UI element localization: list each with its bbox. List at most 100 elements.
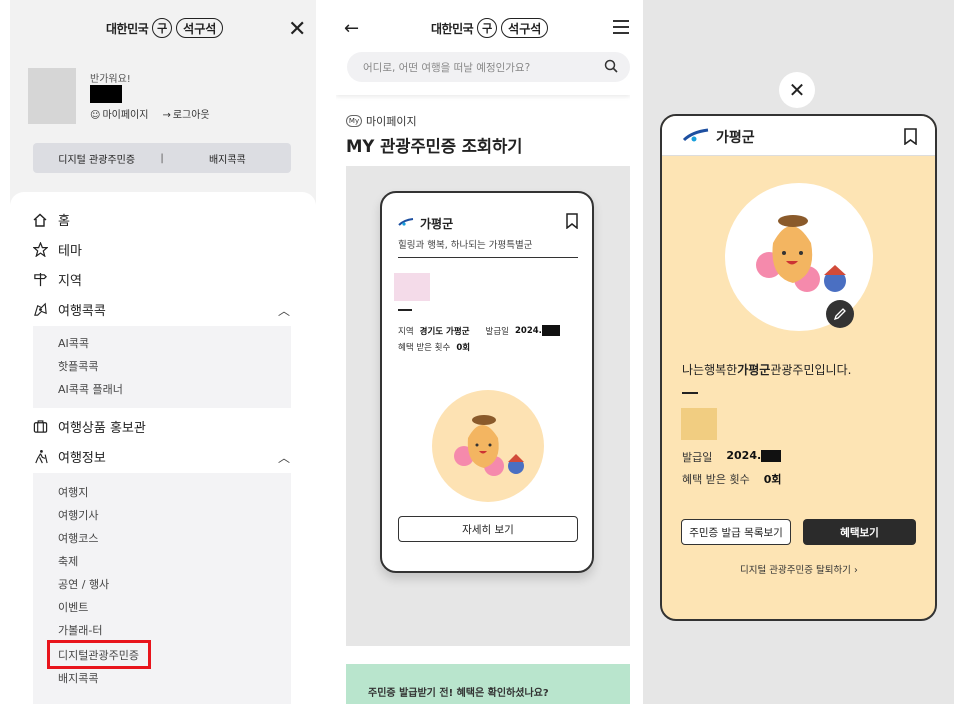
bookmark-icon[interactable] [904, 128, 917, 146]
benefit-row: 혜택 받은 횟수 0회 [398, 341, 470, 353]
submenu-performances[interactable]: 공연 / 행사 [58, 576, 109, 592]
card-header: 가평군 [662, 116, 935, 156]
hamburger-menu-icon[interactable] [613, 20, 629, 38]
menu-item-label: 테마 [58, 244, 82, 259]
resident-prefix: 나는행복한 [682, 363, 738, 377]
profile-photo [394, 273, 430, 301]
search-icon[interactable] [604, 59, 618, 76]
tab-digital-id[interactable]: 디지털 관광주민증 [33, 151, 160, 166]
submenu-courses[interactable]: 여행코스 [58, 530, 98, 546]
logo-text: 대한민국 [431, 21, 474, 36]
home-icon [32, 212, 48, 228]
greeting-text: 반가워요! [90, 74, 131, 85]
hiker-icon [32, 449, 48, 465]
issue-list-button[interactable]: 주민증 발급 목록보기 [681, 519, 791, 545]
breadcrumb: My 마이페이지 [346, 113, 417, 129]
name-placeholder-dash [682, 392, 698, 394]
issue-value: 2024. [726, 449, 782, 465]
close-icon[interactable]: ✕ [779, 72, 815, 108]
header: ← 대한민국 구 석구석 어디로, 어떤 여행을 떠날 예정인가요? [336, 0, 630, 95]
gapyeong-logo-icon [682, 126, 710, 148]
menu-item-products[interactable]: 여행상품 홍보관 [32, 417, 146, 436]
submenu-badge-kokok[interactable]: 배지콕콕 [58, 670, 98, 686]
resident-id-card: 가평군 힐링과 행복, 하나되는 가평특별군 지역 경기도 가평군 발급일 20… [380, 191, 594, 573]
logout-link[interactable]: → 로그아웃 [162, 106, 209, 121]
logo-text: 대한민국 [106, 21, 149, 36]
issue-value-text: 2024. [515, 326, 542, 336]
resident-statement: 나는행복한가평군관광주민입니다. [682, 361, 851, 378]
menu-item-label: 홈 [58, 214, 70, 229]
divider [398, 257, 578, 258]
menu-item-label: 여행콕콕 [58, 304, 106, 319]
region-label: 지역 [398, 327, 414, 337]
mypage-link-label: 마이페이지 [102, 110, 149, 121]
site-logo[interactable]: 대한민국 구 석구석 [431, 18, 549, 38]
page-title: MY 관광주민증 조회하기 [346, 137, 523, 156]
edit-icon[interactable] [826, 300, 854, 328]
close-icon[interactable]: ✕ [288, 19, 306, 41]
mascot-image [432, 390, 544, 502]
benefit-value: 0회 [763, 473, 782, 486]
benefit-label: 혜택 받은 횟수 [682, 473, 750, 486]
menu-item-kokok[interactable]: 여행콕콕 [32, 300, 106, 319]
issue-label: 발급일 [682, 451, 713, 464]
issue-row: 발급일 2024. [682, 449, 782, 465]
withdraw-link[interactable]: 디지털 관광주민증 탈퇴하기 › [740, 562, 858, 576]
menu-item-label: 여행상품 홍보관 [58, 421, 146, 436]
menu-item-home[interactable]: 홈 [32, 210, 70, 229]
user-name-redacted [90, 85, 122, 103]
gapyeong-logo-icon [398, 216, 414, 231]
submenu-events[interactable]: 이벤트 [58, 599, 88, 615]
tab-badge[interactable]: 배지콕콕 [164, 151, 291, 166]
name-placeholder-dash [398, 309, 412, 311]
view-detail-button[interactable]: 자세히 보기 [398, 516, 578, 542]
logout-icon: → [162, 110, 171, 121]
detail-panel: ✕ 가평군 나는행복한가평군관광주민입니다. 발급일 2024. 혜택 받은 횟… [643, 0, 954, 704]
region-slogan: 힐링과 행복, 하나되는 가평특별군 [398, 240, 533, 251]
map-pin-icon [32, 302, 48, 318]
menu-item-label: 여행정보 [58, 451, 106, 466]
menu-item-region[interactable]: 지역 [32, 270, 82, 289]
redacted-block [541, 325, 560, 336]
submenu-gabollaeter[interactable]: 가볼래-터 [58, 622, 102, 638]
menu-item-label: 지역 [58, 274, 82, 289]
benefit-value: 0회 [456, 343, 471, 353]
view-benefits-button[interactable]: 혜택보기 [803, 519, 916, 545]
card-title: 가평군 [398, 215, 453, 232]
chevron-up-icon[interactable]: ︿ [278, 302, 290, 319]
bookmark-icon[interactable] [566, 213, 578, 230]
resident-region: 가평군 [737, 363, 771, 377]
submenu-ai-kokok[interactable]: AI콕콕 [58, 335, 89, 351]
region-value: 경기도 가평군 [419, 327, 470, 337]
resident-id-card-detail: 가평군 나는행복한가평군관광주민입니다. 발급일 2024. 혜택 받은 횟수 … [660, 114, 937, 621]
region-name: 가평군 [716, 130, 755, 146]
submenu-hotplace-kokok[interactable]: 핫플콕콕 [58, 358, 98, 374]
star-icon [32, 242, 48, 258]
menu-tabbar: 디지털 관광주민증 | 배지콕콕 [33, 143, 291, 173]
logo-pill: 석구석 [176, 18, 224, 38]
resident-suffix: 관광주민입니다. [770, 363, 852, 377]
logo-ring: 구 [152, 18, 173, 38]
submenu-ai-planner[interactable]: AI콕콕 플래너 [58, 381, 123, 397]
issue-value: 2024. [515, 325, 560, 337]
submenu-destinations[interactable]: 여행지 [58, 484, 88, 500]
mypage-link[interactable]: ☺ 마이페이지 [90, 106, 148, 121]
submenu-articles[interactable]: 여행기사 [58, 507, 98, 523]
back-arrow-icon[interactable]: ← [344, 18, 359, 39]
menu-item-theme[interactable]: 테마 [32, 240, 82, 259]
my-badge-icon: My [346, 115, 362, 127]
chevron-up-icon[interactable]: ︿ [278, 449, 290, 466]
submenu-festivals[interactable]: 축제 [58, 553, 78, 569]
search-bar[interactable]: 어디로, 어떤 여행을 떠날 예정인가요? [347, 52, 630, 82]
profile-photo [681, 408, 717, 440]
avatar [28, 68, 76, 124]
redacted-block [761, 450, 782, 462]
signpost-icon [32, 272, 48, 288]
menu-item-travel-info[interactable]: 여행정보 [32, 447, 106, 466]
site-logo[interactable]: 대한민국 구 석구석 [106, 18, 224, 38]
card-title: 가평군 [682, 126, 755, 148]
search-input[interactable]: 어디로, 어떤 여행을 떠날 예정인가요? [363, 60, 604, 75]
card-info-row: 지역 경기도 가평군 발급일 2024. [398, 325, 560, 337]
benefit-label: 혜택 받은 횟수 [398, 343, 451, 353]
benefit-banner-text: 주민증 발급받기 전! 혜택은 확인하셨나요? [368, 688, 549, 699]
